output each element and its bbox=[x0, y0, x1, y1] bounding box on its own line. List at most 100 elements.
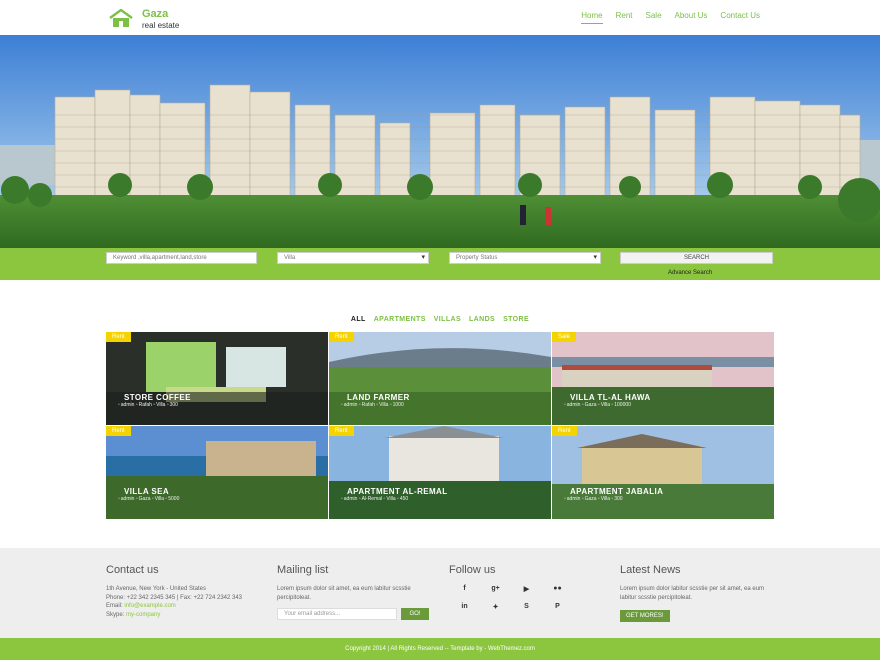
nav-contact-us[interactable]: Contact Us bbox=[720, 11, 760, 24]
property-card[interactable]: Rent VILLA SEA ▫admin ▫Gaza ▫Villa ▫5000 bbox=[106, 426, 328, 519]
property-meta: ▫admin ▫Gaza ▫Villa ▫5000 bbox=[118, 496, 179, 502]
twitter-icon[interactable]: ✦ bbox=[480, 603, 511, 611]
property-meta: ▫admin ▫Rafah ▫Villa ▫1000 bbox=[341, 402, 404, 408]
meta-location: Gaza bbox=[584, 402, 597, 408]
status-badge: Rent bbox=[552, 426, 577, 436]
hero-image bbox=[0, 35, 880, 248]
property-card[interactable]: Sale VILLA TL-AL HAWA ▫admin ▫Gaza ▫Vill… bbox=[552, 332, 774, 425]
home-icon: ▫ bbox=[376, 402, 379, 408]
meta-author: admin bbox=[120, 402, 135, 408]
property-image bbox=[106, 426, 328, 519]
property-meta: ▫admin ▫Gaza ▫Villa ▫300 bbox=[564, 496, 623, 502]
logo[interactable]: Gaza real estate bbox=[108, 9, 179, 30]
subscribe-button[interactable]: GO! bbox=[401, 608, 429, 620]
flickr-icon[interactable]: ●● bbox=[542, 585, 573, 593]
advance-search-link[interactable]: Advance Search bbox=[668, 270, 712, 276]
follow-column: Follow us f g+ ▶ ●● in ✦ S P bbox=[449, 564, 609, 611]
user-icon: ▫ bbox=[118, 496, 120, 502]
contact-title: Contact us bbox=[106, 564, 159, 576]
nav-about-us[interactable]: About Us bbox=[675, 11, 708, 24]
property-title[interactable]: LAND FARMER bbox=[347, 393, 410, 402]
contact-skype: Skype: my-company bbox=[106, 611, 266, 620]
meta-author: admin bbox=[566, 496, 581, 502]
status-badge: Rent bbox=[106, 426, 131, 436]
brand-name: Gaza bbox=[142, 8, 169, 20]
meta-author: admin bbox=[120, 496, 135, 502]
site-header: Gaza real estate Home Rent Sale About Us… bbox=[0, 0, 880, 35]
nav-home[interactable]: Home bbox=[581, 11, 603, 24]
location-icon: ▫ bbox=[581, 402, 584, 408]
hero-slider bbox=[0, 35, 880, 248]
meta-location: Al-Remal bbox=[361, 496, 383, 502]
nav-rent[interactable]: Rent bbox=[616, 11, 633, 24]
property-card[interactable]: Rent STORE COFFEE ▫admin ▫Rafah ▫Villa ▫… bbox=[106, 332, 328, 425]
meta-location: Gaza bbox=[584, 496, 597, 502]
meta-location: Rafah bbox=[138, 402, 152, 408]
search-bar: Keyword ,villa,apartment,land,store Vill… bbox=[0, 248, 880, 280]
mailing-title: Mailing list bbox=[277, 564, 329, 576]
meta-type: Villa bbox=[156, 402, 166, 408]
property-title[interactable]: APARTMENT JABALIA bbox=[570, 487, 663, 496]
facebook-icon[interactable]: f bbox=[449, 585, 480, 593]
property-image bbox=[106, 332, 328, 425]
youtube-icon[interactable]: ▶ bbox=[511, 585, 542, 593]
brand-tagline: real estate bbox=[142, 21, 180, 30]
property-title[interactable]: STORE COFFEE bbox=[124, 393, 191, 402]
user-icon: ▫ bbox=[341, 496, 343, 502]
email-label: Email: bbox=[106, 603, 125, 609]
news-title: Latest News bbox=[620, 564, 681, 576]
meta-price: 1000 bbox=[392, 402, 404, 408]
get-more-button[interactable]: GET MORES! bbox=[620, 610, 670, 622]
property-image bbox=[552, 332, 774, 425]
meta-type: Villa bbox=[386, 496, 396, 502]
property-status-select[interactable]: Property Status bbox=[449, 252, 601, 264]
search-button[interactable]: SEARCH bbox=[620, 252, 773, 264]
user-icon: ▫ bbox=[341, 402, 343, 408]
pinterest-icon[interactable]: P bbox=[542, 603, 573, 611]
skype-link[interactable]: my-company bbox=[126, 612, 160, 618]
property-type-select[interactable]: Villa bbox=[277, 252, 429, 264]
status-badge: Rent bbox=[106, 332, 131, 342]
user-icon: ▫ bbox=[564, 496, 566, 502]
property-image bbox=[329, 332, 551, 425]
email-link[interactable]: info@example.com bbox=[124, 603, 175, 609]
tag-icon: ▫ bbox=[165, 496, 168, 502]
google-plus-icon[interactable]: g+ bbox=[480, 585, 511, 593]
property-title[interactable]: VILLA SEA bbox=[124, 487, 169, 496]
property-card[interactable]: Rent LAND FARMER ▫admin ▫Rafah ▫Villa ▫1… bbox=[329, 332, 551, 425]
filter-all[interactable]: ALL bbox=[351, 316, 366, 323]
meta-location: Gaza bbox=[138, 496, 151, 502]
tag-icon: ▫ bbox=[611, 496, 614, 502]
news-text: Lorem ipsum dolor labitur scsstie per si… bbox=[620, 586, 765, 601]
property-image bbox=[552, 426, 774, 519]
property-meta: ▫admin ▫Al-Remal ▫Villa ▫450 bbox=[341, 496, 408, 502]
meta-type: Villa bbox=[379, 402, 389, 408]
skype-label: Skype: bbox=[106, 611, 127, 618]
property-card[interactable]: Rent APARTMENT JABALIA ▫admin ▫Gaza ▫Vil… bbox=[552, 426, 774, 519]
property-title[interactable]: APARTMENT AL-REMAL bbox=[347, 487, 448, 496]
tag-icon: ▫ bbox=[389, 402, 392, 408]
nav-sale[interactable]: Sale bbox=[646, 11, 662, 24]
filter-apartments[interactable]: APARTMENTS bbox=[374, 316, 426, 323]
location-icon: ▫ bbox=[358, 402, 361, 408]
skype-icon[interactable]: S bbox=[511, 603, 542, 611]
property-title[interactable]: VILLA TL-AL HAWA bbox=[570, 393, 651, 402]
linkedin-icon[interactable]: in bbox=[449, 603, 480, 611]
property-card[interactable]: Rent APARTMENT AL-REMAL ▫admin ▫Al-Remal… bbox=[329, 426, 551, 519]
keyword-input[interactable]: Keyword ,villa,apartment,land,store bbox=[106, 252, 257, 264]
copyright-bar: Copyright 2014 | All Rights Reserved -- … bbox=[0, 638, 880, 660]
location-icon: ▫ bbox=[358, 496, 361, 502]
location-icon: ▫ bbox=[135, 402, 138, 408]
filter-villas[interactable]: VILLAS bbox=[434, 316, 461, 323]
property-meta: ▫admin ▫Rafah ▫Villa ▫300 bbox=[118, 402, 178, 408]
filter-store[interactable]: STORE bbox=[503, 316, 529, 323]
contact-email: Email: info@example.com bbox=[106, 602, 266, 611]
location-icon: ▫ bbox=[581, 496, 584, 502]
mailing-column: Mailing list Lorem ipsum dolor sit amet,… bbox=[277, 564, 437, 620]
email-input[interactable]: Your email address... bbox=[277, 608, 397, 620]
contact-address: 1th Avenue, New York - United States bbox=[106, 586, 206, 592]
property-grid: Rent STORE COFFEE ▫admin ▫Rafah ▫Villa ▫… bbox=[106, 332, 774, 519]
property-filters: ALL APARTMENTS VILLAS LANDS STORE bbox=[0, 316, 880, 323]
filter-lands[interactable]: LANDS bbox=[469, 316, 495, 323]
meta-type: Villa bbox=[600, 496, 611, 502]
